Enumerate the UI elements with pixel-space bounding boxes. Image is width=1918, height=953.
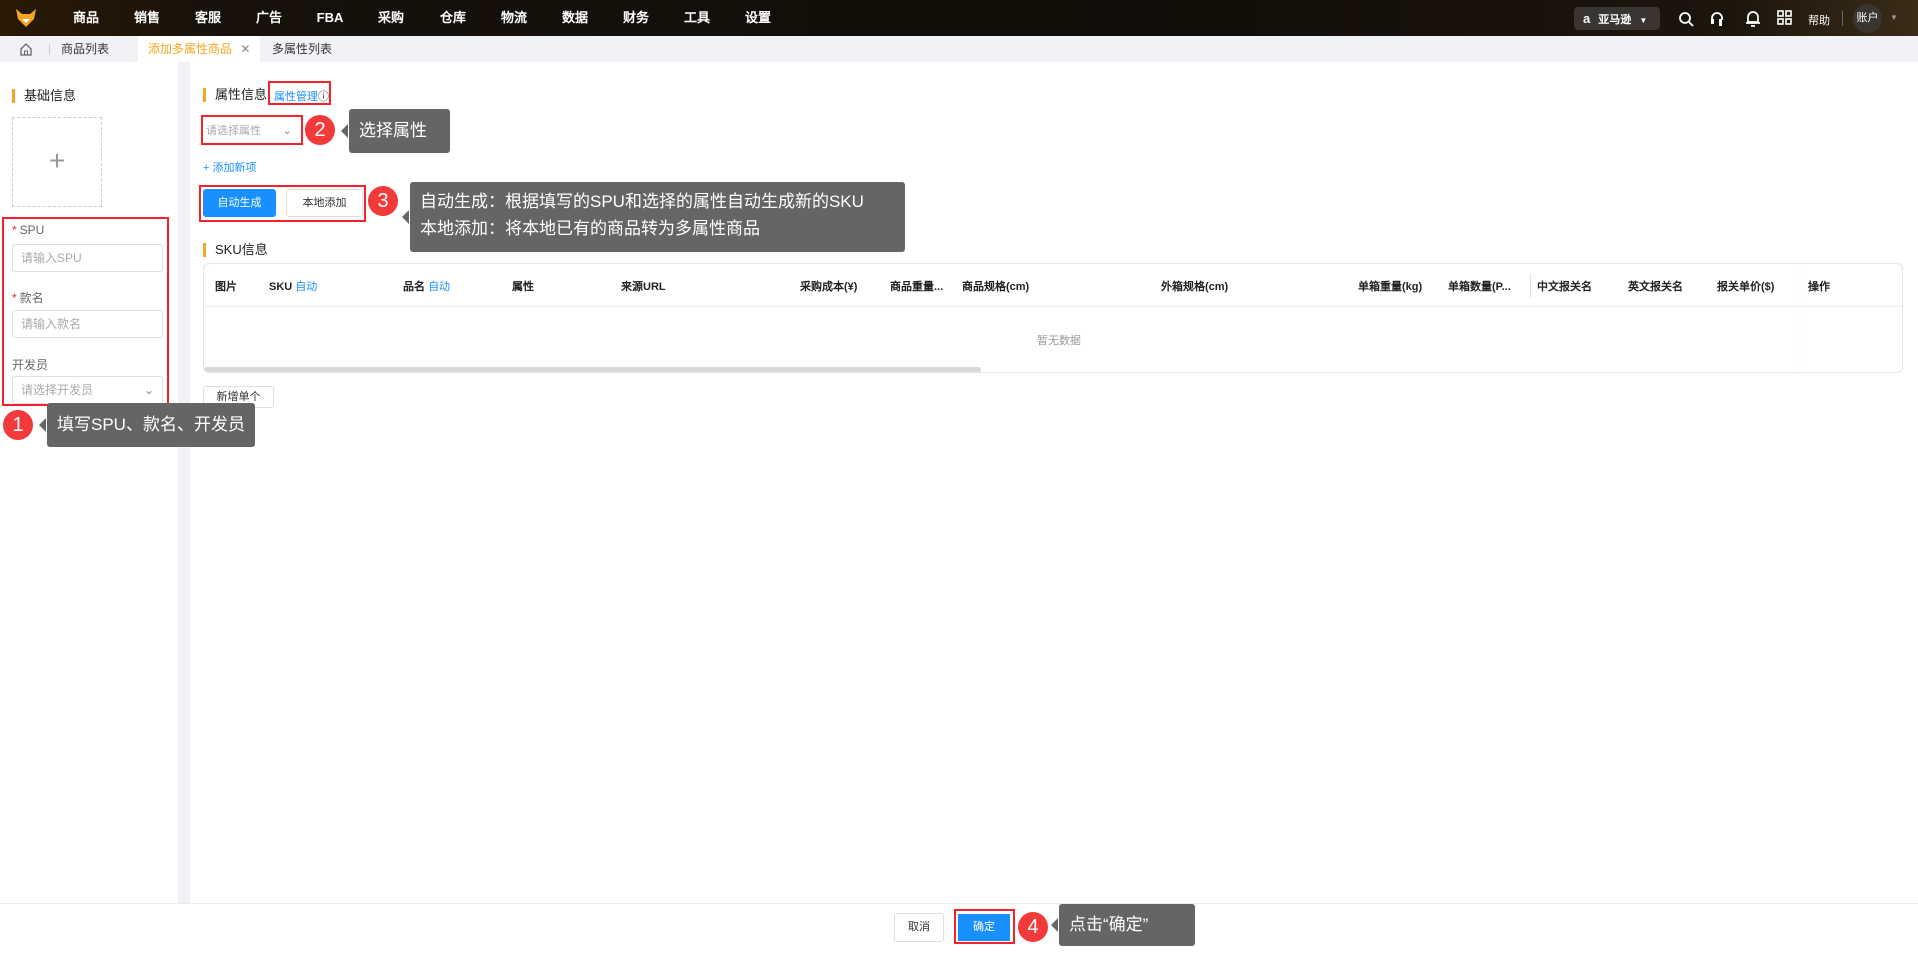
nav-settings[interactable]: 设置 xyxy=(745,0,771,36)
annotation-box-4 xyxy=(954,909,1015,944)
nav-fba[interactable]: FBA xyxy=(317,0,344,36)
headset-icon[interactable] xyxy=(1709,10,1725,27)
tab-divider xyxy=(49,44,50,55)
step-3-badge: 3 xyxy=(368,186,398,216)
col-cn-customs-name: 中文报关名 xyxy=(1537,281,1592,293)
sku-auto-link[interactable]: 自动 xyxy=(295,281,317,293)
step-2-tooltip: 选择属性 xyxy=(341,109,450,153)
plus-icon: + xyxy=(48,145,66,176)
name-auto-link[interactable]: 自动 xyxy=(428,281,450,293)
col-source-url: 来源URL xyxy=(621,281,666,293)
tab-product-list[interactable]: 商品列表 xyxy=(61,36,109,62)
fixed-column-shadow xyxy=(1799,264,1800,368)
step-4-badge: 4 xyxy=(1018,912,1048,942)
col-carton-size: 外箱规格(cm) xyxy=(1161,281,1229,293)
tab-add-multi-attr[interactable]: 添加多属性商品 ✕ xyxy=(138,36,260,62)
step-4-tooltip: 点击“确定” xyxy=(1051,904,1195,946)
step-1-badge: 1 xyxy=(3,410,33,440)
annotation-box-3 xyxy=(199,185,366,222)
column-resizer[interactable] xyxy=(1530,274,1531,298)
close-icon[interactable]: ✕ xyxy=(240,42,250,56)
basic-info-title: 基础信息 xyxy=(12,89,76,103)
nav-sales[interactable]: 销售 xyxy=(134,0,160,36)
step-3-tooltip: 自动生成：根据填写的SPU和选择的属性自动生成新的SKU 本地添加：将本地已有的… xyxy=(402,182,905,252)
annotation-box-2 xyxy=(201,115,303,145)
col-actions: 操作 xyxy=(1808,281,1830,293)
panel-gap xyxy=(178,62,190,903)
col-attribute: 属性 xyxy=(512,281,534,293)
sku-info-title: SKU信息 xyxy=(203,243,268,257)
amazon-icon: a xyxy=(1583,11,1591,26)
col-carton-weight: 单箱重量(kg) xyxy=(1358,281,1423,293)
nav-logistics[interactable]: 物流 xyxy=(501,0,527,36)
cancel-button[interactable]: 取消 xyxy=(894,913,944,942)
image-upload[interactable]: + xyxy=(12,117,102,207)
annotation-box-1 xyxy=(2,217,169,406)
col-weight: 商品重量... xyxy=(890,281,944,293)
platform-selector[interactable]: a 亚马逊 ▼ xyxy=(1574,7,1660,30)
col-image: 图片 xyxy=(215,281,237,293)
caret-down-icon: ▼ xyxy=(1639,16,1648,25)
nav-tools[interactable]: 工具 xyxy=(684,0,710,36)
table-header: 图片 SKU 自动 品名 自动 属性 来源URL 采购成本(¥) 商品重量...… xyxy=(204,264,1902,307)
nav-data[interactable]: 数据 xyxy=(562,0,588,36)
basic-info-panel: 基础信息 + * SPU 请输入SPU * 款名 请输入款名 开发员 请选择开发员 ⌄ xyxy=(0,62,178,903)
bell-icon[interactable] xyxy=(1745,10,1761,27)
tab-bar: 商品列表 添加多属性商品 ✕ 多属性列表 xyxy=(0,36,1918,62)
horizontal-scrollbar[interactable] xyxy=(204,367,981,372)
nav-finance[interactable]: 财务 xyxy=(623,0,649,36)
tab-label: 添加多属性商品 xyxy=(148,42,233,56)
col-customs-price: 报关单价($) xyxy=(1717,281,1775,293)
nav-goods[interactable]: 商品 xyxy=(73,0,99,36)
attr-info-title: 属性信息 xyxy=(203,88,267,102)
col-product-size: 商品规格(cm) xyxy=(962,281,1030,293)
help-link[interactable]: 帮助 xyxy=(1808,12,1830,28)
search-icon[interactable] xyxy=(1678,11,1694,27)
empty-text: 暂无数据 xyxy=(1037,335,1081,347)
col-carton-qty: 单箱数量(P... xyxy=(1448,281,1511,293)
step-3-line-1: 自动生成：根据填写的SPU和选择的属性自动生成新的SKU xyxy=(420,192,864,211)
account-caret-icon[interactable]: ▼ xyxy=(1890,13,1898,22)
platform-label: 亚马逊 xyxy=(1598,14,1632,26)
col-product-name: 品名 自动 xyxy=(403,281,451,293)
home-icon[interactable] xyxy=(19,42,33,56)
nav-service[interactable]: 客服 xyxy=(195,0,221,36)
nav-purchase[interactable]: 采购 xyxy=(378,0,404,36)
sku-table: 图片 SKU 自动 品名 自动 属性 来源URL 采购成本(¥) 商品重量...… xyxy=(203,263,1903,373)
step-1-tooltip: 填写SPU、款名、开发员 xyxy=(39,403,255,447)
col-purchase-cost: 采购成本(¥) xyxy=(800,281,858,293)
step-3-line-2: 本地添加：将本地已有的商品转为多属性商品 xyxy=(420,219,760,238)
annotation-box-manage xyxy=(268,81,331,105)
top-nav: 商品 销售 客服 广告 FBA 采购 仓库 物流 数据 财务 工具 设置 a 亚… xyxy=(0,0,1918,36)
nav-warehouse[interactable]: 仓库 xyxy=(440,0,466,36)
add-new-item-link[interactable]: + 添加新项 xyxy=(203,159,256,175)
avatar[interactable]: 账户 xyxy=(1853,4,1882,33)
col-en-customs-name: 英文报关名 xyxy=(1628,281,1683,293)
nav-divider xyxy=(1842,11,1843,26)
step-2-badge: 2 xyxy=(305,115,335,145)
nav-ads[interactable]: 广告 xyxy=(256,0,282,36)
col-sku: SKU 自动 xyxy=(269,281,318,293)
tab-multi-attr-list[interactable]: 多属性列表 xyxy=(272,36,332,62)
logo-icon[interactable] xyxy=(15,8,37,28)
apps-icon[interactable] xyxy=(1777,10,1793,26)
